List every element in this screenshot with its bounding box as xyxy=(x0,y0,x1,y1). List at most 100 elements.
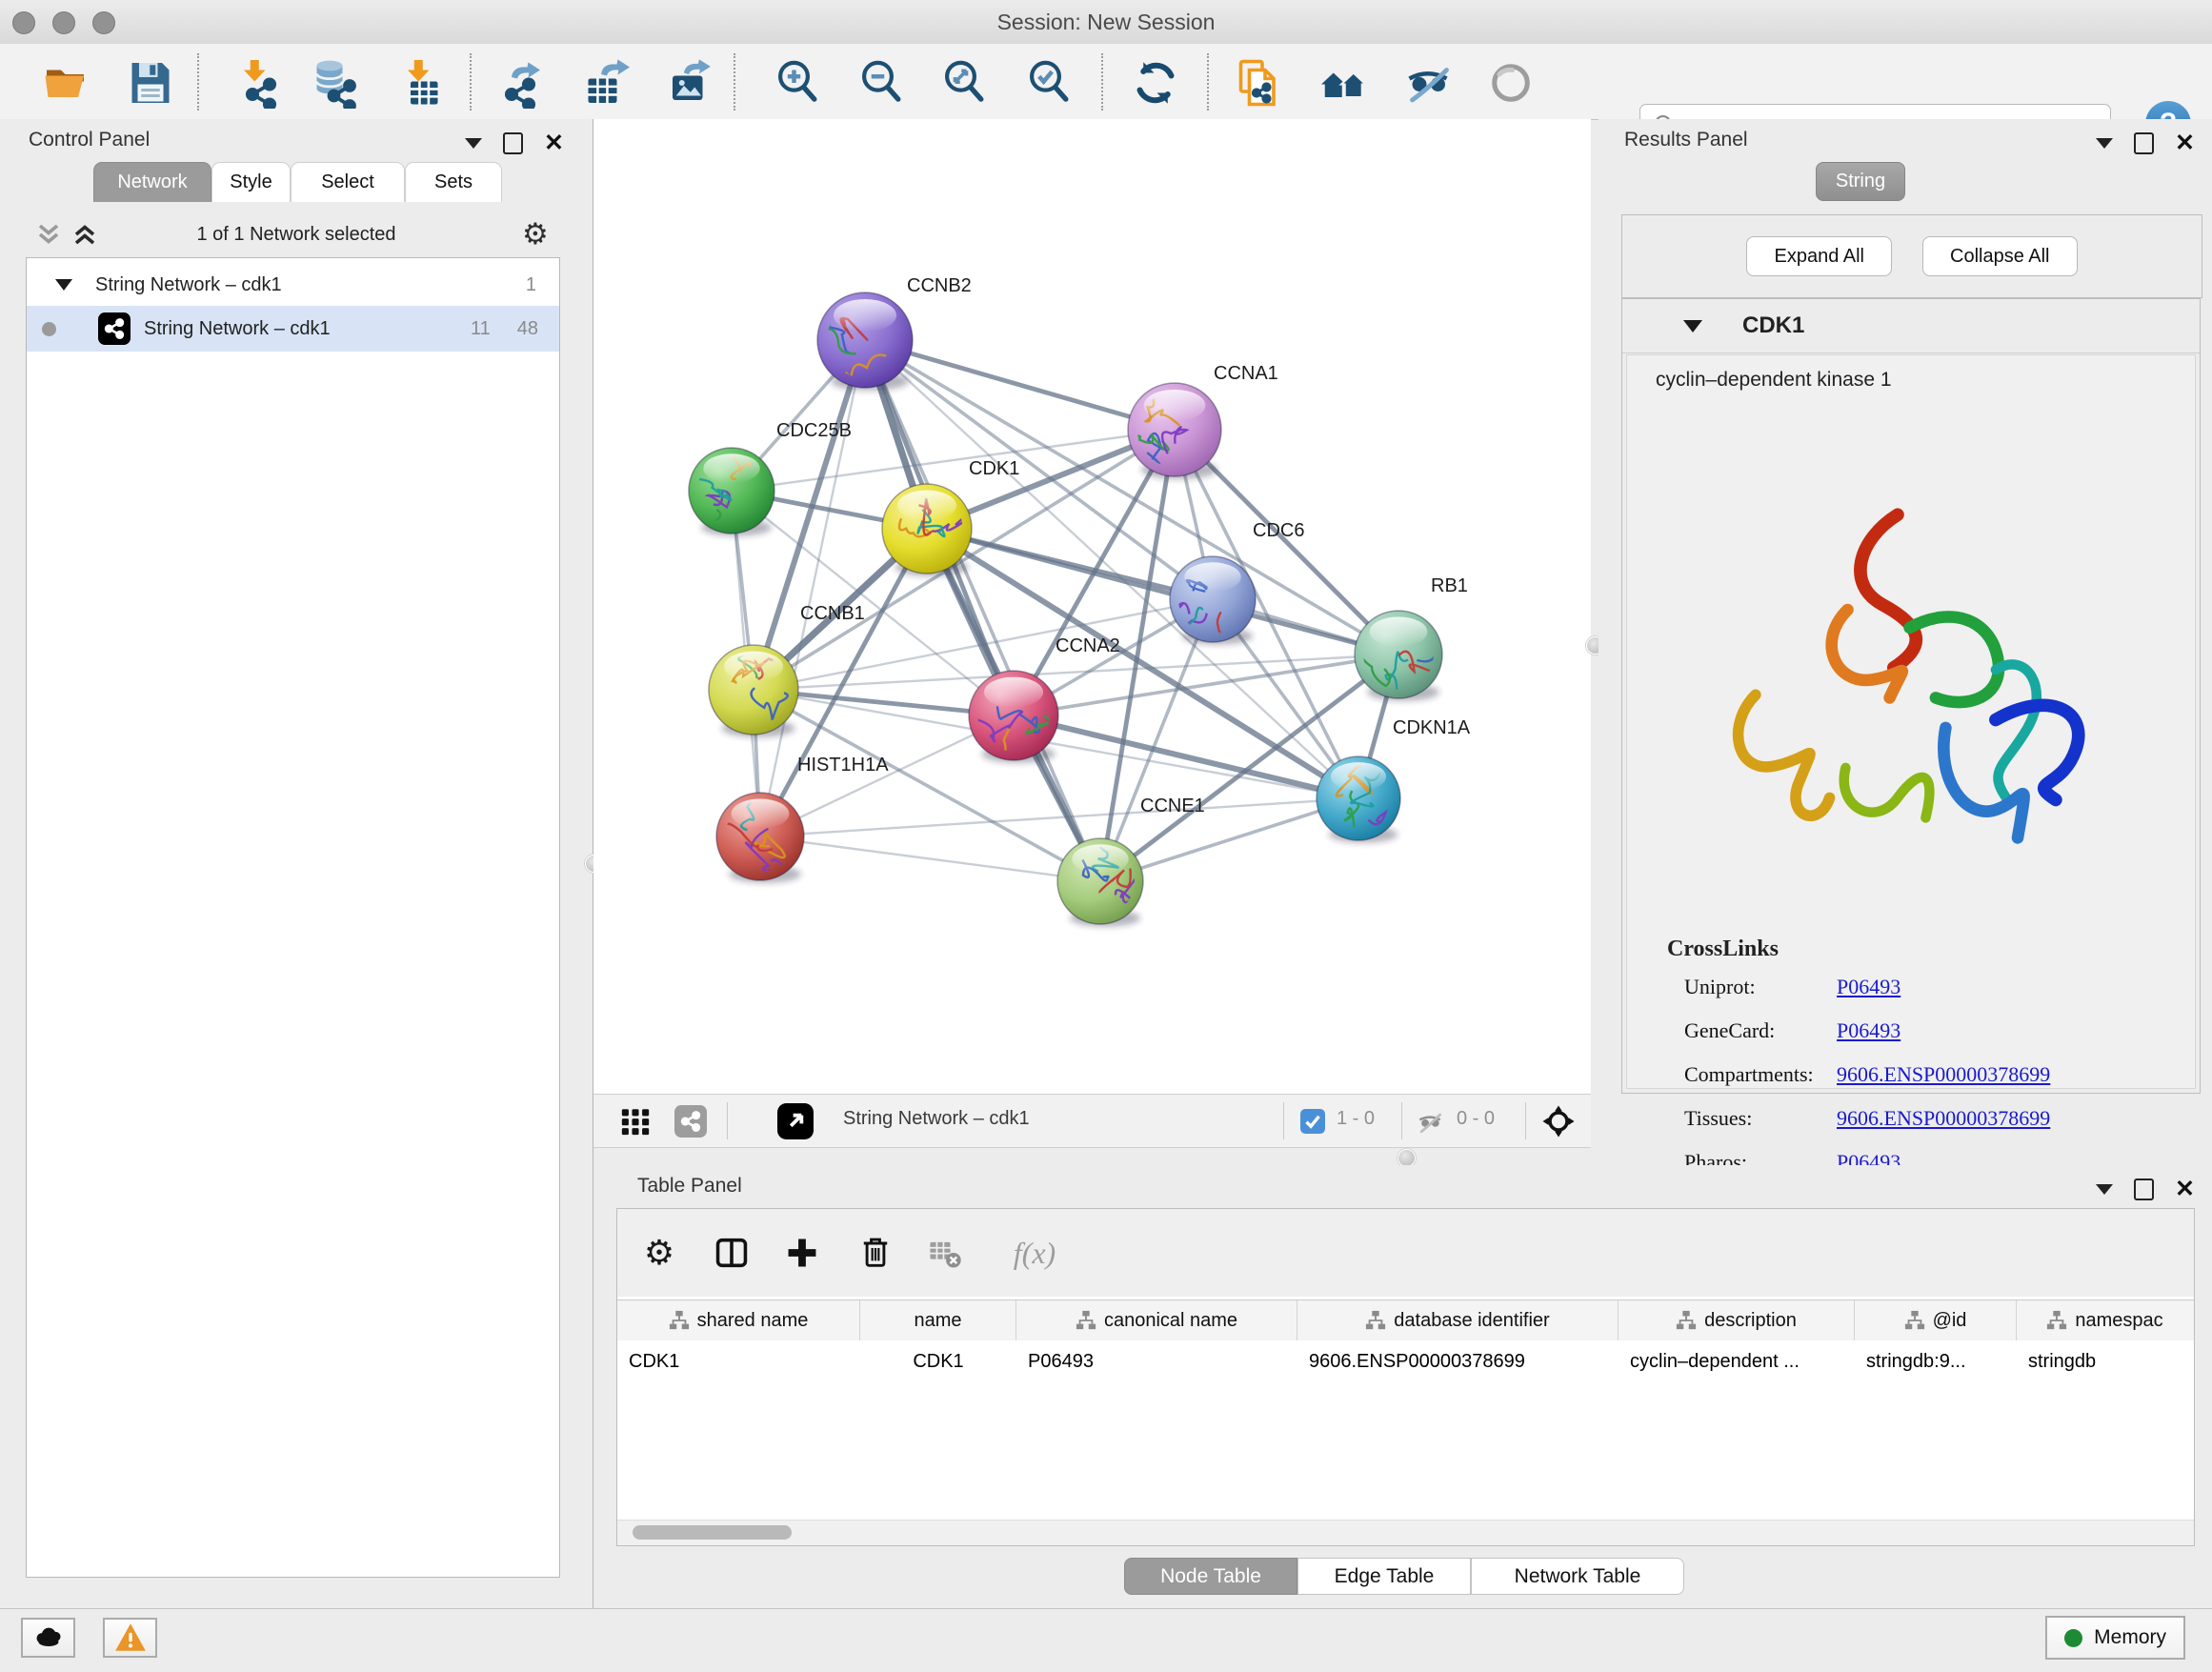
crosslink-tissues[interactable]: 9606.ENSP00000378699 xyxy=(1837,1106,2050,1131)
cell-namespace[interactable]: stringdb xyxy=(2017,1340,2193,1382)
panel-menu-icon[interactable] xyxy=(465,138,482,149)
zoom-selected-button[interactable] xyxy=(1022,55,1077,111)
section-collapse-icon[interactable] xyxy=(1683,320,1702,332)
detach-view-icon[interactable] xyxy=(777,1103,814,1139)
collapse-all-button[interactable]: Collapse All xyxy=(1922,236,2078,276)
float-panel-icon[interactable] xyxy=(2134,1178,2154,1200)
zoom-in-button[interactable] xyxy=(771,55,826,111)
panel-menu-icon[interactable] xyxy=(2096,138,2113,149)
network-node-CCNE1[interactable] xyxy=(1057,838,1144,927)
network-node-CDK1[interactable] xyxy=(882,484,975,576)
network-node-CDKN1A[interactable] xyxy=(1317,756,1400,843)
delete-column-button[interactable] xyxy=(853,1230,898,1276)
hide-selected-button[interactable] xyxy=(1400,55,1456,111)
crosslink-uniprot[interactable]: P06493 xyxy=(1837,975,1900,999)
import-table-icon xyxy=(393,57,445,109)
cell-name[interactable]: CDK1 xyxy=(860,1340,1016,1382)
expand-all-button[interactable]: Expand All xyxy=(1746,236,1892,276)
network-view-toolbar: String Network – cdk1 1 - 0 0 - 0 xyxy=(593,1094,1591,1148)
column-header-database-identifier[interactable]: database identifier xyxy=(1297,1300,1619,1340)
network-node-RB1[interactable] xyxy=(1355,611,1443,705)
create-column-button[interactable] xyxy=(779,1230,825,1276)
float-panel-icon[interactable] xyxy=(503,132,523,154)
tab-network[interactable]: Network xyxy=(93,162,211,202)
tab-edge-table[interactable]: Edge Table xyxy=(1297,1558,1471,1595)
column-header-id[interactable]: @id xyxy=(1855,1300,2017,1340)
close-panel-icon[interactable]: ✕ xyxy=(544,134,564,152)
selected-checkbox-icon[interactable] xyxy=(1300,1109,1325,1134)
column-header-name[interactable]: name xyxy=(860,1300,1016,1340)
network-edge[interactable] xyxy=(927,529,1398,655)
zoom-out-button[interactable] xyxy=(855,55,910,111)
export-network-button[interactable] xyxy=(495,55,551,111)
save-session-button[interactable] xyxy=(123,55,178,111)
network-node-HIST1H1A[interactable] xyxy=(715,789,804,883)
network-row[interactable]: String Network – cdk1 11 48 xyxy=(27,306,559,352)
import-network-from-database-button[interactable] xyxy=(308,55,363,111)
network-node-CCNA1[interactable] xyxy=(1123,383,1221,479)
network-view-canvas[interactable]: CCNB2CCNA1CDC25BCDK1CDC6RB1CCNB1CCNA2CDK… xyxy=(593,119,1591,1094)
network-edge[interactable] xyxy=(865,340,1100,881)
tab-select[interactable]: Select xyxy=(291,162,405,202)
apply-function-button[interactable]: f(x) xyxy=(996,1230,1073,1276)
float-panel-icon[interactable] xyxy=(2134,132,2154,154)
tab-style[interactable]: Style xyxy=(211,162,291,202)
crosslink-genecard[interactable]: P06493 xyxy=(1837,1018,1900,1043)
close-panel-icon[interactable]: ✕ xyxy=(2175,134,2195,152)
tree-expand-icon[interactable] xyxy=(55,279,72,291)
tab-string[interactable]: String xyxy=(1816,162,1905,201)
cell-shared-name[interactable]: CDK1 xyxy=(617,1340,860,1382)
copy-network-button[interactable] xyxy=(1232,55,1287,111)
fit-content-button[interactable] xyxy=(937,55,993,111)
show-columns-button[interactable] xyxy=(709,1230,754,1276)
control-panel-title: Control Panel xyxy=(29,129,150,151)
memory-button[interactable]: Memory xyxy=(2045,1616,2185,1660)
cell-id[interactable]: stringdb:9... xyxy=(1855,1340,2017,1382)
table-panel-title: Table Panel xyxy=(637,1175,742,1198)
tab-sets[interactable]: Sets xyxy=(405,162,502,202)
panel-menu-icon[interactable] xyxy=(2096,1184,2113,1195)
network-node-CCNA2[interactable] xyxy=(969,671,1065,776)
network-node-CDC25B[interactable] xyxy=(689,448,774,545)
network-list-view-icon[interactable] xyxy=(674,1105,707,1138)
network-options-gear-icon[interactable]: ⚙ xyxy=(522,217,549,252)
cell-database-identifier[interactable]: 9606.ENSP00000378699 xyxy=(1297,1340,1619,1382)
table-row[interactable]: CDK1 CDK1 P06493 9606.ENSP00000378699 cy… xyxy=(617,1340,2194,1382)
network-collection-row[interactable]: String Network – cdk1 1 xyxy=(27,262,559,308)
warnings-button[interactable] xyxy=(103,1618,157,1658)
network-node-CCNB1[interactable] xyxy=(709,637,798,737)
table-options-button[interactable]: ⚙ xyxy=(636,1230,682,1276)
tab-node-table[interactable]: Node Table xyxy=(1124,1558,1297,1595)
close-panel-icon[interactable]: ✕ xyxy=(2175,1180,2195,1199)
column-header-shared-name[interactable]: shared name xyxy=(617,1300,860,1340)
column-header-namespace[interactable]: namespac xyxy=(2017,1300,2193,1340)
protein-section-header[interactable]: CDK1 xyxy=(1622,299,2200,353)
import-network-from-file-button[interactable] xyxy=(231,55,286,111)
export-image-button[interactable] xyxy=(662,55,717,111)
delete-table-button[interactable] xyxy=(922,1230,968,1276)
scrollbar-thumb[interactable] xyxy=(633,1525,792,1540)
network-edge[interactable] xyxy=(760,836,1100,881)
string-home-button[interactable] xyxy=(1317,55,1372,111)
open-session-button[interactable] xyxy=(39,55,94,111)
show-all-button[interactable] xyxy=(1483,55,1538,111)
collection-count: 1 xyxy=(526,274,536,296)
columns-icon xyxy=(713,1234,751,1272)
crosslink-compartments[interactable]: 9606.ENSP00000378699 xyxy=(1837,1062,2050,1087)
grid-view-icon[interactable] xyxy=(619,1105,652,1138)
column-header-description[interactable]: description xyxy=(1619,1300,1855,1340)
string-network-graph[interactable]: CCNB2CCNA1CDC25BCDK1CDC6RB1CCNB1CCNA2CDK… xyxy=(593,119,1591,1094)
birdseye-navigator-icon[interactable] xyxy=(1541,1104,1576,1138)
table-horizontal-scrollbar[interactable] xyxy=(617,1520,2194,1545)
cell-description[interactable]: cyclin–dependent ... xyxy=(1619,1340,1855,1382)
cell-canonical-name[interactable]: P06493 xyxy=(1016,1340,1297,1382)
cloud-status-button[interactable] xyxy=(21,1618,75,1658)
network-node-CCNB2[interactable] xyxy=(799,292,913,391)
toolbar-separator xyxy=(470,53,472,111)
tab-network-table[interactable]: Network Table xyxy=(1471,1558,1684,1595)
import-table-from-file-button[interactable] xyxy=(392,55,447,111)
refresh-view-button[interactable] xyxy=(1128,55,1183,111)
column-header-canonical-name[interactable]: canonical name xyxy=(1016,1300,1297,1340)
export-table-button[interactable] xyxy=(579,55,634,111)
hidden-eye-slash-icon[interactable] xyxy=(1415,1107,1445,1138)
